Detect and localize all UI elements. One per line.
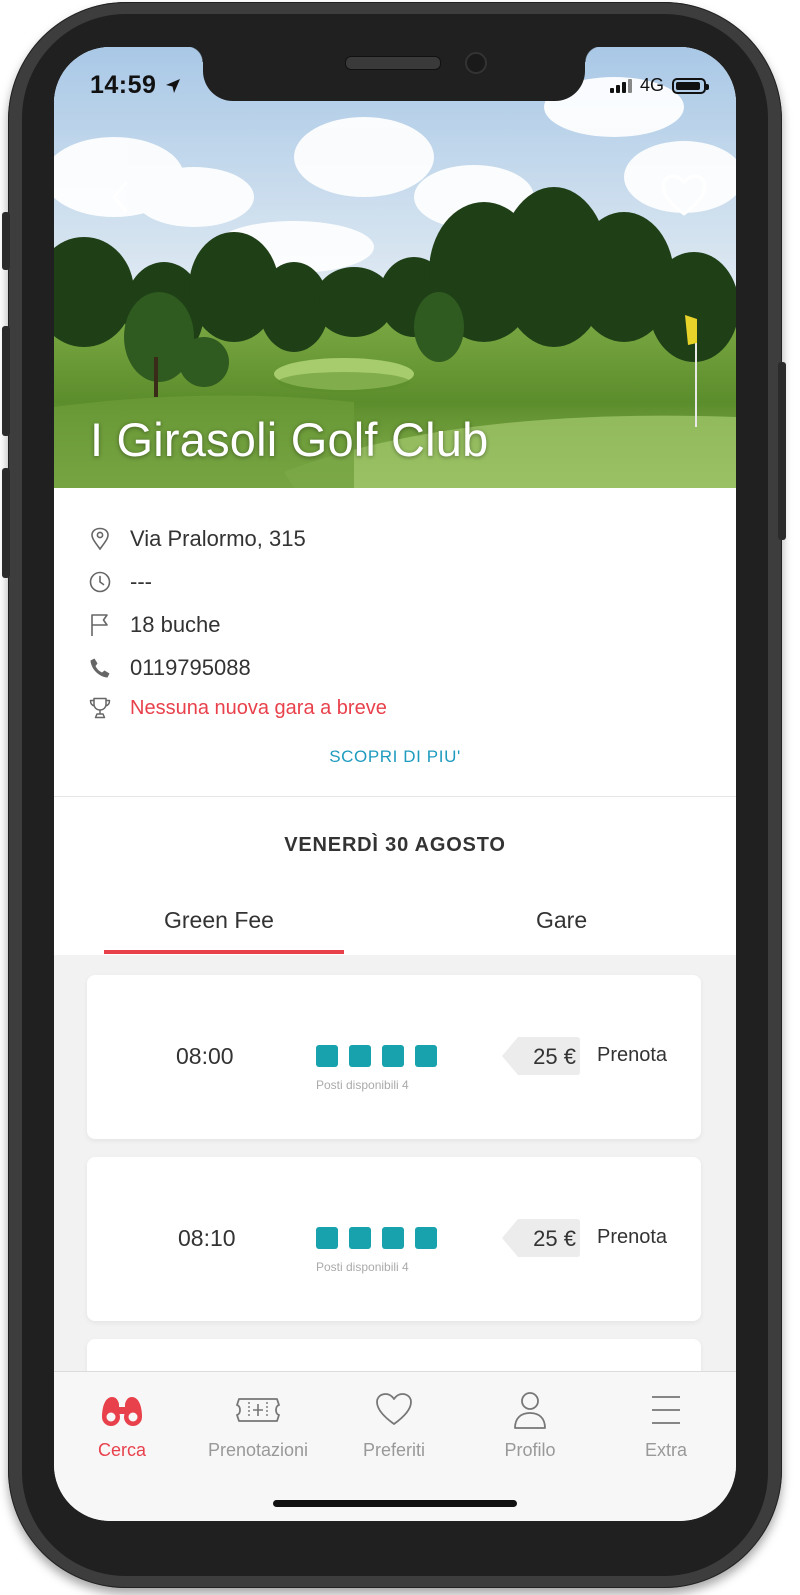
tee-time-list[interactable]: 08:00 Posti disponibili 4 25 € Prenota 0… <box>54 955 736 1371</box>
heart-icon <box>326 1390 462 1430</box>
book-button[interactable]: Prenota <box>597 1044 667 1067</box>
tab-bar-label: Preferiti <box>362 1440 425 1460</box>
battery-icon <box>672 77 709 94</box>
holes-row: 18 buche <box>88 612 221 638</box>
book-button[interactable]: Prenota <box>597 1226 667 1249</box>
back-button[interactable] <box>106 177 136 217</box>
club-info-section: Via Pralormo, 315 --- 18 buche 011979508… <box>54 488 736 797</box>
slot-icon <box>382 1045 404 1067</box>
status-indicators: 4G <box>609 75 709 96</box>
slots-label: Posti disponibili 4 <box>316 1260 409 1274</box>
front-camera <box>465 52 487 74</box>
favorite-button[interactable] <box>660 174 708 218</box>
power-button <box>778 362 786 540</box>
price-value: 25 € <box>533 1226 576 1251</box>
user-icon <box>462 1390 598 1430</box>
slot-icon <box>382 1227 404 1249</box>
tee-time-card[interactable]: 08:10 Posti disponibili 4 25 € Prenota <box>87 1157 701 1321</box>
speaker <box>345 56 441 70</box>
slot-icon <box>349 1227 371 1249</box>
slot-icon <box>349 1045 371 1067</box>
clock-icon <box>88 570 112 594</box>
status-time: 14:59 <box>90 71 182 100</box>
tab-bar-label: Prenotazioni <box>207 1440 309 1460</box>
available-slots-indicator <box>316 1045 437 1067</box>
location-arrow-icon <box>165 79 180 93</box>
status-time-text: 14:59 <box>90 71 157 99</box>
heart-icon <box>661 174 707 216</box>
hours-text: --- <box>130 569 152 594</box>
competitions-row: Nessuna nuova gara a breve <box>88 696 387 720</box>
price-tag: 25 € <box>502 1219 580 1257</box>
network-type: 4G <box>639 75 664 95</box>
phone-text: 0119795088 <box>130 655 251 680</box>
phone-row[interactable]: 0119795088 <box>88 655 251 681</box>
cellular-signal-icon <box>609 78 632 93</box>
tab-bar-item-profilo[interactable]: Profilo <box>462 1390 598 1461</box>
available-slots-indicator <box>316 1227 437 1249</box>
trophy-icon <box>88 696 112 720</box>
tee-time-card[interactable] <box>87 1339 701 1371</box>
price-tag: 25 € <box>502 1037 580 1075</box>
tab-bar-item-cerca[interactable]: Cerca <box>54 1390 190 1461</box>
chevron-left-icon <box>112 181 128 213</box>
volume-down-button <box>2 468 10 578</box>
binoculars-icon <box>54 1390 190 1430</box>
hours-row: --- <box>88 569 152 595</box>
tab-green-fee[interactable]: Green Fee <box>164 907 274 934</box>
tab-bar-label: Cerca <box>97 1440 146 1460</box>
tab-bar-label: Extra <box>644 1440 687 1460</box>
tee-time: 08:10 <box>178 1225 236 1251</box>
tab-bar-label: Profilo <box>504 1440 556 1460</box>
selected-date[interactable]: VENERDÌ 30 AGOSTO <box>54 834 736 857</box>
app-screen: 14:59 4G I Girasoli Golf Club Via Pralor… <box>54 47 736 1521</box>
slot-icon <box>415 1227 437 1249</box>
slot-icon <box>415 1045 437 1067</box>
price-value: 25 € <box>533 1044 576 1069</box>
silent-switch <box>2 212 10 270</box>
tab-bar-item-preferiti[interactable]: Preferiti <box>326 1390 462 1461</box>
flag-icon <box>88 613 112 637</box>
tee-time-card[interactable]: 08:00 Posti disponibili 4 25 € Prenota <box>87 975 701 1139</box>
tab-bar-item-extra[interactable]: Extra <box>598 1390 734 1461</box>
slots-label: Posti disponibili 4 <box>316 1078 409 1092</box>
tab-gare[interactable]: Gare <box>536 907 587 934</box>
address-text: Via Pralormo, 315 <box>130 526 306 551</box>
map-pin-icon <box>88 527 112 551</box>
active-tab-indicator <box>104 950 344 954</box>
discover-more-link[interactable]: SCOPRI DI PIU' <box>54 747 736 767</box>
tab-bar-item-prenotazioni[interactable]: Prenotazioni <box>190 1390 326 1461</box>
ticket-icon <box>190 1390 326 1430</box>
address-row[interactable]: Via Pralormo, 315 <box>88 526 306 552</box>
slot-icon <box>316 1227 338 1249</box>
slot-icon <box>316 1045 338 1067</box>
notch <box>187 47 601 101</box>
phone-icon <box>88 656 112 680</box>
volume-up-button <box>2 326 10 436</box>
club-name: I Girasoli Golf Club <box>90 413 489 466</box>
tee-time: 08:00 <box>176 1043 234 1069</box>
home-indicator[interactable] <box>273 1500 517 1507</box>
bottom-tab-bar: Cerca Prenotazioni Preferiti Profilo Ext… <box>54 1371 736 1521</box>
menu-icon <box>598 1390 734 1430</box>
holes-text: 18 buche <box>130 612 221 637</box>
competitions-text: Nessuna nuova gara a breve <box>130 696 387 719</box>
